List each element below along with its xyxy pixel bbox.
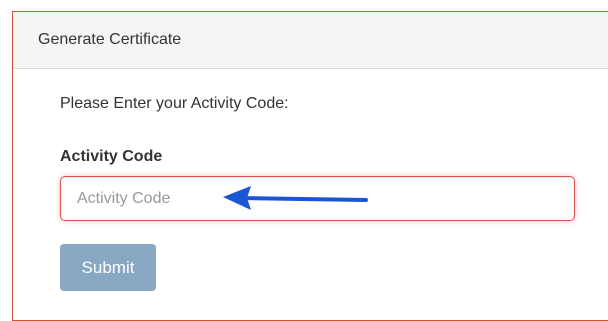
certificate-panel: Generate Certificate Please Enter your A… — [12, 11, 608, 321]
panel-header: Generate Certificate — [13, 12, 608, 69]
activity-code-label: Activity Code — [60, 148, 163, 165]
panel-title: Generate Certificate — [38, 31, 182, 48]
activity-code-input[interactable] — [60, 176, 575, 221]
submit-button[interactable]: Submit — [60, 244, 156, 291]
activity-code-input-wrapper — [60, 176, 575, 221]
activity-code-prompt: Please Enter your Activity Code: — [60, 95, 289, 112]
